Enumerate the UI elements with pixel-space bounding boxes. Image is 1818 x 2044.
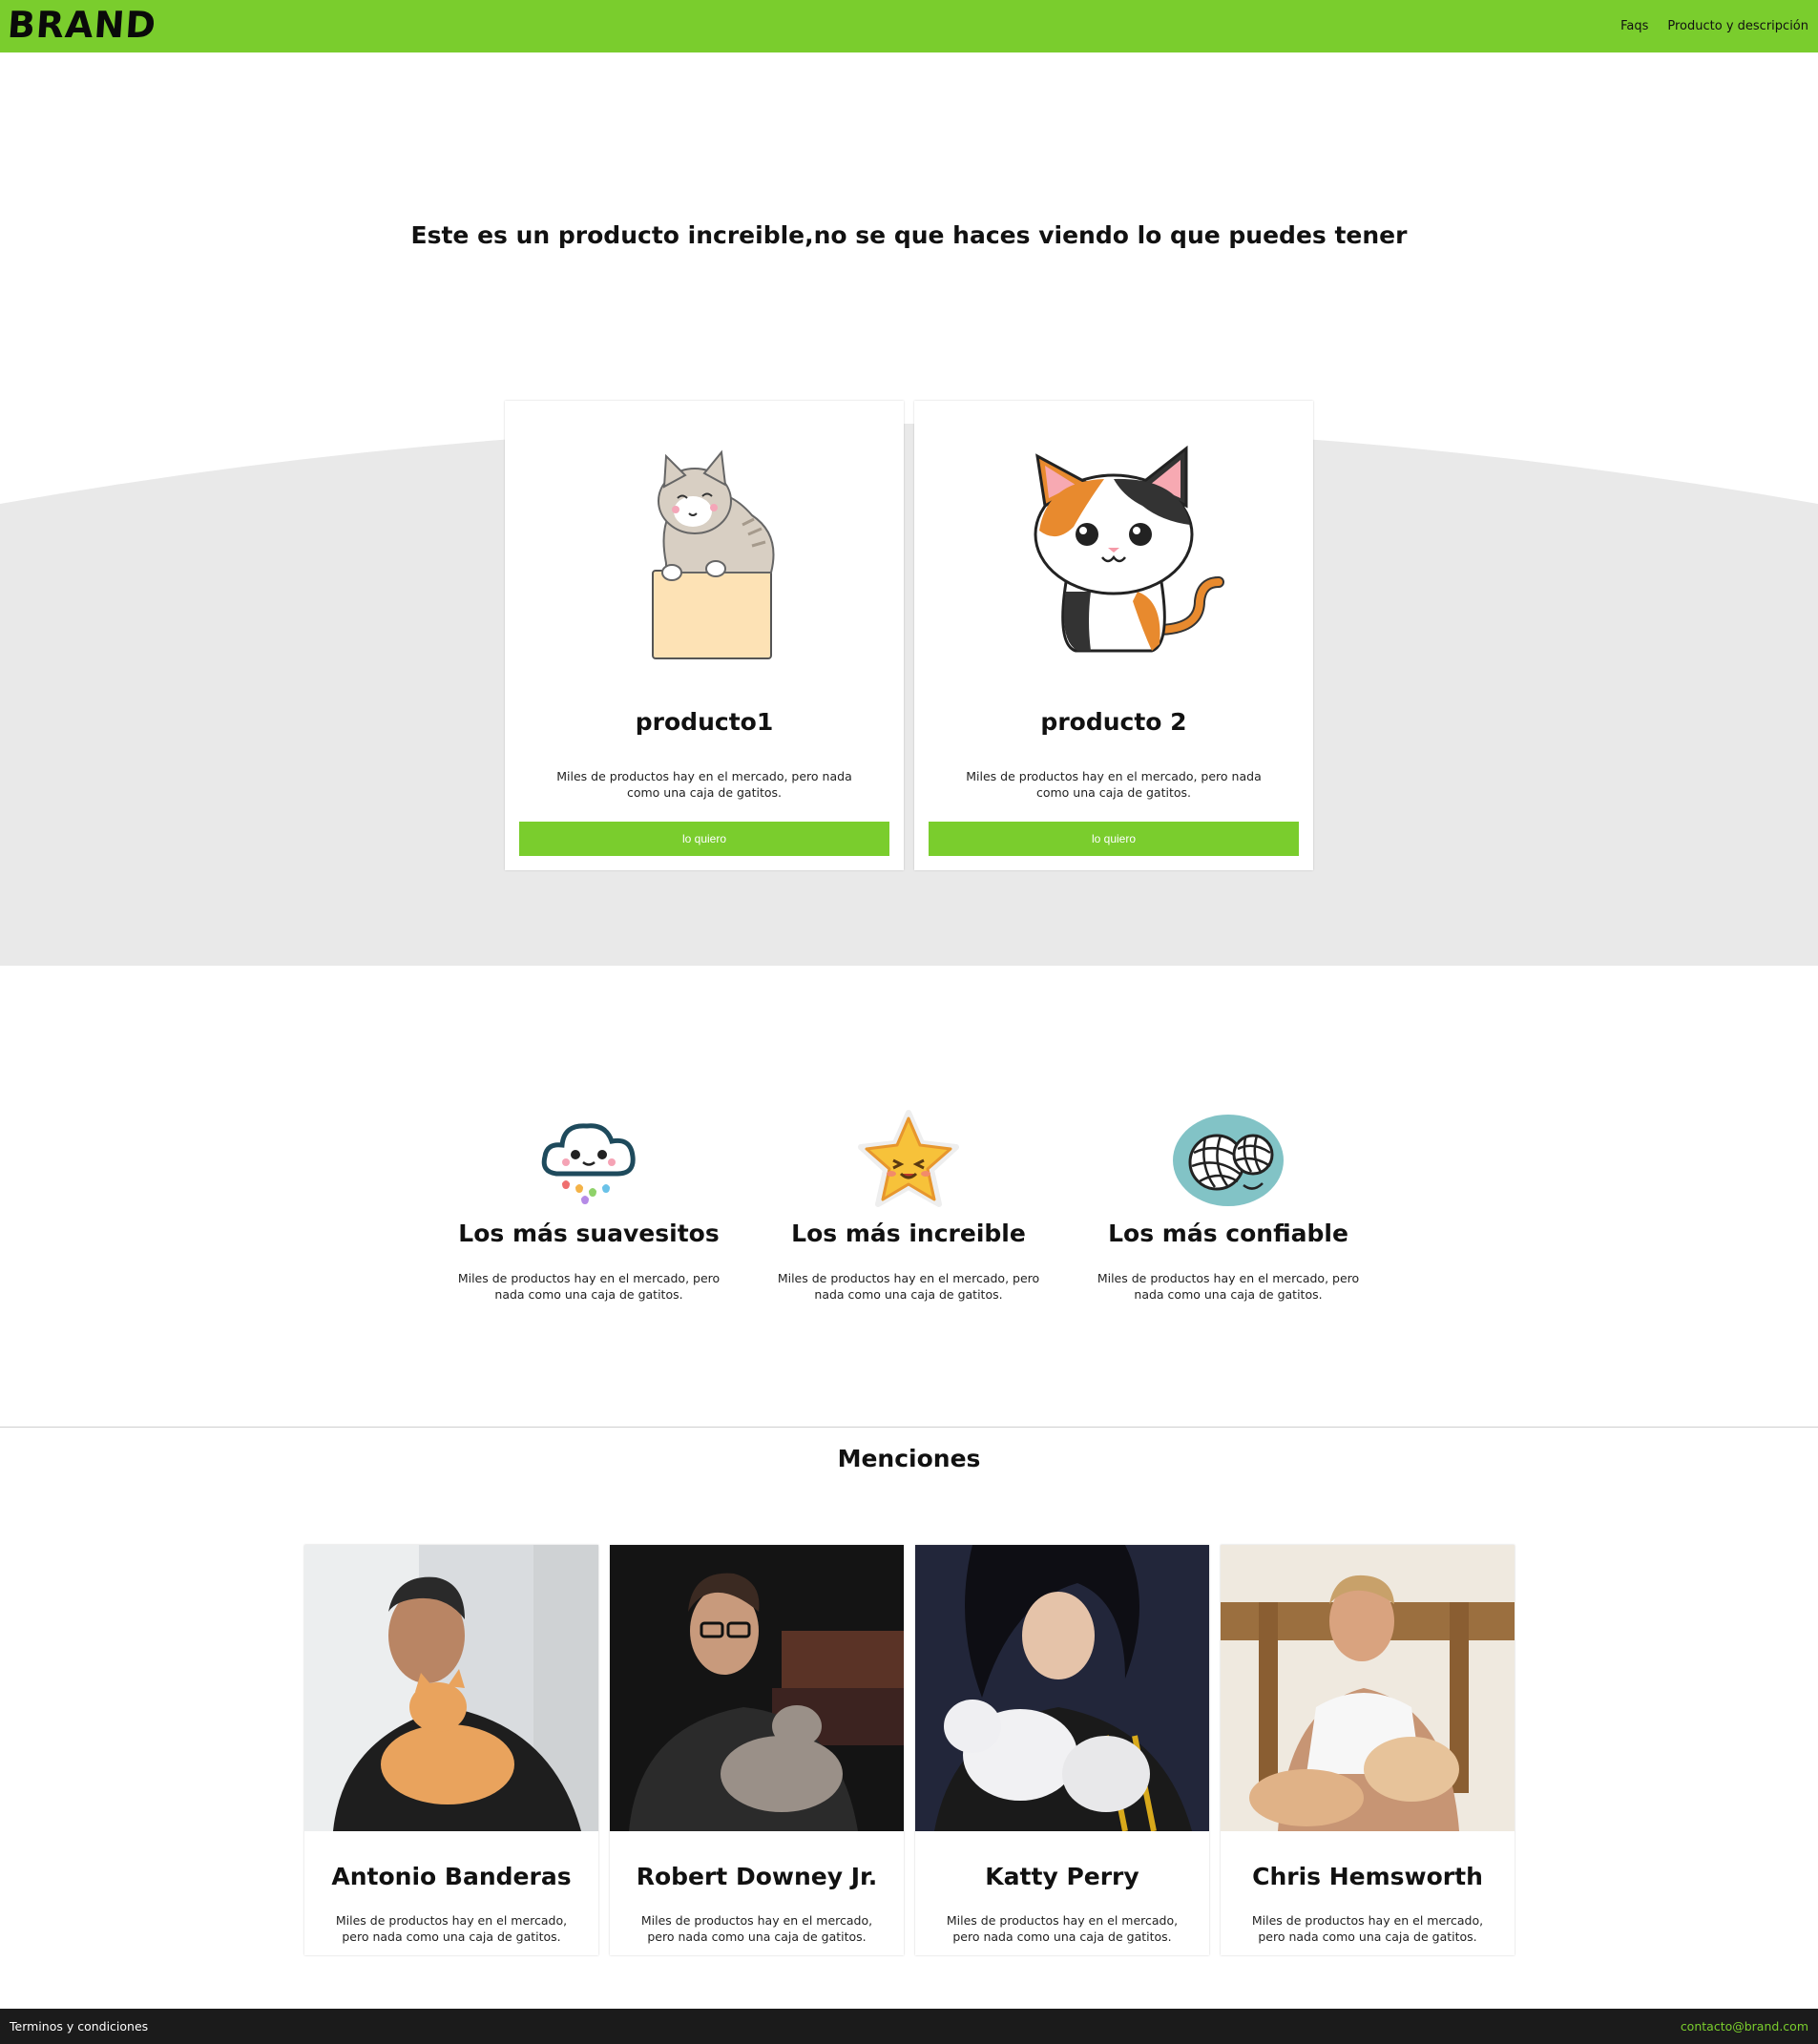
calico-cat-illustration: [914, 439, 1313, 668]
feature-description: Miles de productos hay en el mercado, pe…: [1097, 1271, 1360, 1302]
mention-description: Miles de productos hay en el mercado, pe…: [640, 1913, 873, 1944]
feature-title: Los más confiable: [1108, 1220, 1348, 1247]
cat-in-box-illustration: [505, 439, 904, 668]
celebrity-photo: [915, 1545, 1209, 1831]
feature-item: Los más suavesitos Miles de productos ha…: [446, 1107, 732, 1303]
celebrity-name: Katty Perry: [985, 1863, 1139, 1890]
footer: Terminos y condiciones contacto@brand.co…: [0, 2009, 1818, 2044]
nav-link-faqs[interactable]: Faqs: [1620, 19, 1648, 33]
mention-card: Antonio Banderas Miles de productos hay …: [304, 1545, 598, 1955]
products-background-band: [0, 424, 1818, 966]
mention-description: Miles de productos hay en el mercado, pe…: [946, 1913, 1179, 1944]
mention-card: Robert Downey Jr. Miles de productos hay…: [610, 1545, 904, 1955]
product-description: Miles de productos hay en el mercado, pe…: [966, 769, 1262, 800]
feature-item: Los más confiable Miles de productos hay…: [1085, 1107, 1371, 1303]
mentions-title: Menciones: [837, 1445, 981, 1472]
yarn-balls-icon: [1085, 1107, 1371, 1214]
mention-description: Miles de productos hay en el mercado, pe…: [335, 1913, 568, 1944]
feature-description: Miles de productos hay en el mercado, pe…: [777, 1271, 1040, 1302]
feature-title: Los más suavesitos: [458, 1220, 720, 1247]
product-card: producto1 Miles de productos hay en el m…: [505, 401, 904, 870]
celebrity-photo: [610, 1545, 904, 1831]
celebrity-photo: [304, 1545, 598, 1831]
mention-card: Katty Perry Miles de productos hay en el…: [915, 1545, 1209, 1955]
buy-button[interactable]: lo quiero: [519, 822, 889, 856]
mention-description: Miles de productos hay en el mercado, pe…: [1251, 1913, 1484, 1944]
mention-card: Chris Hemsworth Miles de productos hay e…: [1221, 1545, 1515, 1955]
section-divider: [0, 1427, 1818, 1428]
celebrity-name: Chris Hemsworth: [1252, 1863, 1483, 1890]
feature-title: Los más increible: [791, 1220, 1026, 1247]
smiling-star-icon: [765, 1107, 1052, 1214]
hero-title: Este es un producto increible,no se que …: [410, 221, 1408, 249]
nav-link-producto[interactable]: Producto y descripción: [1667, 19, 1808, 33]
terms-link[interactable]: Terminos y condiciones: [10, 2019, 148, 2034]
product-title: producto1: [635, 708, 774, 736]
brand-logo[interactable]: BRAND: [6, 4, 157, 46]
feature-item: Los más increible Miles de productos hay…: [765, 1107, 1052, 1303]
celebrity-name: Robert Downey Jr.: [636, 1863, 878, 1890]
celebrity-name: Antonio Banderas: [331, 1863, 572, 1890]
main-nav: Faqs Producto y descripción: [1620, 0, 1808, 52]
top-navigation-bar: BRAND Faqs Producto y descripción: [0, 0, 1818, 52]
celebrity-photo: [1221, 1545, 1515, 1831]
buy-button[interactable]: lo quiero: [929, 822, 1299, 856]
product-title: producto 2: [1040, 708, 1187, 736]
feature-description: Miles de productos hay en el mercado, pe…: [457, 1271, 721, 1302]
contact-email-link[interactable]: contacto@brand.com: [1681, 2019, 1808, 2034]
product-card: producto 2 Miles de productos hay en el …: [914, 401, 1313, 870]
rainbow-cloud-icon: [446, 1107, 732, 1214]
product-description: Miles de productos hay en el mercado, pe…: [556, 769, 852, 800]
